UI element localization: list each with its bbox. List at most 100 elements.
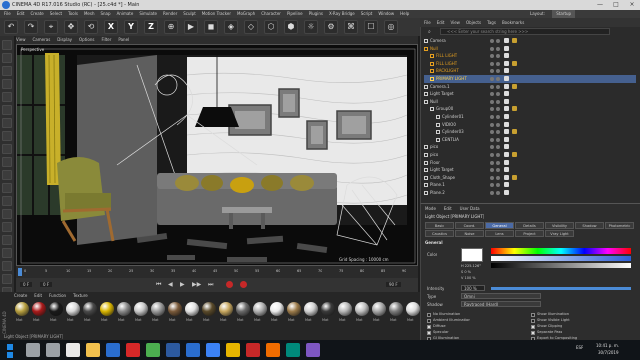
- left-tool-17[interactable]: [2, 261, 12, 271]
- material-swatch[interactable]: Mat: [371, 302, 387, 328]
- tag-icon[interactable]: [504, 190, 509, 195]
- material-tag-icon[interactable]: [512, 129, 517, 135]
- checkbox[interactable]: [427, 313, 431, 317]
- toolbar-button-5[interactable]: X: [104, 20, 118, 34]
- menu-item-script[interactable]: Script: [361, 10, 373, 18]
- object-menu-view[interactable]: View: [450, 18, 460, 27]
- left-tool-10[interactable]: [2, 170, 12, 180]
- material-swatch[interactable]: Mat: [133, 302, 149, 328]
- material-tag-icon[interactable]: [512, 106, 517, 112]
- material-swatch[interactable]: Mat: [218, 302, 234, 328]
- material-menu-function[interactable]: Function: [49, 292, 66, 300]
- red-app-icon[interactable]: [126, 343, 140, 357]
- tab-details[interactable]: Details: [515, 222, 544, 229]
- checkbox[interactable]: [531, 313, 535, 317]
- material-tag-icon[interactable]: [512, 83, 517, 89]
- material-swatch[interactable]: Mat: [337, 302, 353, 328]
- left-tool-12[interactable]: [2, 196, 12, 206]
- app-red-icon[interactable]: [246, 343, 260, 357]
- object-menu-bookmarks[interactable]: Bookmarks: [502, 18, 524, 27]
- close-button[interactable]: ×: [624, 0, 640, 10]
- menu-item-character[interactable]: Character: [261, 10, 281, 18]
- menu-item-select[interactable]: Select: [50, 10, 62, 18]
- toolbar-button-9[interactable]: ▶: [184, 20, 198, 34]
- material-swatch[interactable]: Mat: [354, 302, 370, 328]
- left-tool-0[interactable]: [2, 40, 12, 50]
- tab-general[interactable]: General: [485, 222, 514, 229]
- toolbar-button-6[interactable]: Y: [124, 20, 138, 34]
- toolbar-button-0[interactable]: ↶: [4, 20, 18, 34]
- menu-item-tools[interactable]: Tools: [68, 10, 78, 18]
- task-view-icon[interactable]: [46, 343, 60, 357]
- tag-icon[interactable]: [504, 114, 509, 119]
- left-tool-18[interactable]: [2, 274, 12, 284]
- visibility-dot-icon[interactable]: [490, 92, 494, 97]
- material-tag-icon[interactable]: [512, 152, 517, 157]
- tag-icon[interactable]: [504, 174, 509, 180]
- step-back-icon[interactable]: ◀: [168, 281, 173, 288]
- render-dot-icon[interactable]: [496, 92, 500, 97]
- app-purple-icon[interactable]: [306, 343, 320, 357]
- color-hsv-v[interactable]: V 100 %: [461, 276, 476, 280]
- tab-basic[interactable]: Basic: [425, 222, 454, 229]
- menu-item-mesh[interactable]: Mesh: [84, 10, 95, 18]
- material-swatch[interactable]: Mat: [201, 302, 217, 328]
- menu-item-create[interactable]: Create: [30, 10, 43, 18]
- chrome-icon[interactable]: [146, 343, 160, 357]
- render-dot-icon[interactable]: [496, 99, 500, 104]
- tag-icon[interactable]: [504, 83, 509, 89]
- toolbar-button-8[interactable]: ⊕: [164, 20, 178, 34]
- object-row[interactable]: Plane.2: [424, 189, 636, 197]
- intensity-slider[interactable]: [491, 287, 631, 290]
- toolbar-button-17[interactable]: ⌘: [344, 20, 358, 34]
- menu-item-sculpt[interactable]: Sculpt: [183, 10, 196, 18]
- tab-lens[interactable]: Lens: [485, 230, 514, 237]
- material-tag-icon[interactable]: [512, 60, 517, 66]
- toolbar-button-14[interactable]: ⬢: [284, 20, 298, 34]
- timeline-ruler[interactable]: 0 5 10 15 20 25 30 35 40 45 50 55 60 65 70 75 80 85 90: [16, 266, 418, 278]
- render-dot-icon[interactable]: [496, 175, 500, 180]
- tag-icon[interactable]: [504, 136, 509, 142]
- menu-item-simulate[interactable]: Simulate: [139, 10, 157, 18]
- menu-item-pipeline[interactable]: Pipeline: [287, 10, 303, 18]
- search-icon[interactable]: [26, 343, 40, 357]
- viewport-menu-display[interactable]: Display: [57, 36, 72, 44]
- timeline-playhead[interactable]: [18, 268, 22, 276]
- material-swatch[interactable]: Mat: [82, 302, 98, 328]
- toolbar-button-12[interactable]: ◇: [244, 20, 258, 34]
- tab-shadow[interactable]: Shadow: [575, 222, 604, 229]
- intensity-field[interactable]: 100 %: [461, 285, 485, 291]
- render-dot-icon[interactable]: [496, 54, 500, 59]
- material-swatch[interactable]: Mat: [167, 302, 183, 328]
- tag-icon[interactable]: [504, 76, 509, 81]
- app-blue-icon[interactable]: [206, 343, 220, 357]
- visibility-dot-icon[interactable]: [490, 46, 494, 51]
- material-swatch[interactable]: Mat: [14, 302, 30, 328]
- tab-visibility[interactable]: Visibility: [545, 222, 574, 229]
- viewport-perspective[interactable]: Perspective Grid Spacing : 10000 cm: [16, 44, 418, 266]
- tag-icon[interactable]: [504, 182, 509, 188]
- render-dot-icon[interactable]: [496, 153, 500, 157]
- viewport-menu-filter[interactable]: Filter: [101, 36, 111, 44]
- visibility-dot-icon[interactable]: [490, 54, 494, 59]
- clock-time[interactable]: 10:41 p. m.: [596, 343, 619, 348]
- left-tool-16[interactable]: [2, 248, 12, 258]
- render-dot-icon[interactable]: [496, 69, 500, 74]
- left-tool-6[interactable]: [2, 118, 12, 128]
- tag-icon[interactable]: [504, 60, 509, 66]
- visibility-dot-icon[interactable]: [490, 69, 494, 74]
- material-swatch[interactable]: Mat: [405, 302, 421, 328]
- material-swatch[interactable]: Mat: [320, 302, 336, 328]
- visibility-dot-icon[interactable]: [490, 61, 494, 66]
- object-search-input[interactable]: <<< Enter your search string here >>>: [440, 28, 610, 35]
- color-swatch[interactable]: [461, 248, 483, 262]
- viewport-menu-options[interactable]: Options: [79, 36, 94, 44]
- layout-value[interactable]: Startup: [552, 10, 576, 18]
- viewport-menu-panel[interactable]: Panel: [118, 36, 129, 44]
- render-dot-icon[interactable]: [496, 145, 500, 150]
- color-hsv-h[interactable]: H 225.126°: [461, 264, 481, 268]
- cinema4d-icon[interactable]: [186, 343, 200, 357]
- tag-icon[interactable]: [504, 129, 509, 135]
- left-tool-11[interactable]: [2, 183, 12, 193]
- visibility-dot-icon[interactable]: [490, 168, 494, 173]
